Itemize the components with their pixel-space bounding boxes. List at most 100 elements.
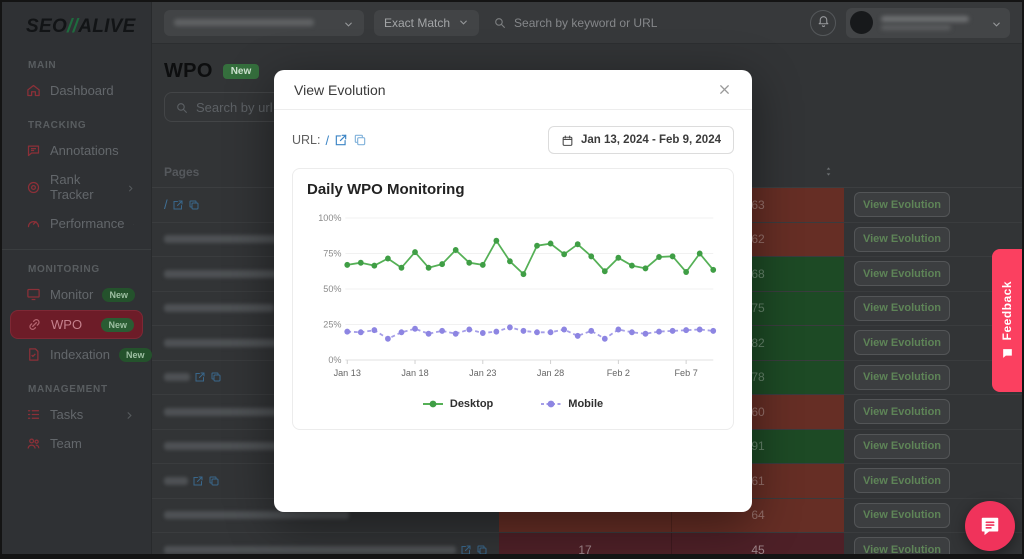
view-evolution-button[interactable]: View Evolution (854, 502, 950, 528)
copy-icon[interactable] (353, 133, 367, 147)
copy-icon[interactable] (188, 199, 200, 211)
app-window: SEO//ALIVE MAIN Dashboard TRACKING Annotati… (0, 0, 1024, 559)
sidebar-item-label: Dashboard (50, 83, 114, 98)
legend-label: Desktop (449, 398, 494, 410)
feedback-tab-button[interactable]: Feedback (992, 249, 1022, 392)
view-evolution-button[interactable]: View Evolution (854, 192, 950, 218)
rank-tracker-icon (26, 180, 41, 195)
notifications-button[interactable] (810, 9, 836, 36)
view-evolution-button[interactable]: View Evolution (854, 295, 950, 321)
dashboard-icon (26, 83, 41, 98)
sidebar-item-label: Annotations (50, 143, 119, 158)
external-link-icon[interactable] (194, 371, 206, 383)
action-cell: View Evolution (844, 430, 1022, 464)
sidebar-item-dashboard[interactable]: Dashboard (10, 77, 143, 104)
view-evolution-button[interactable]: View Evolution (854, 364, 950, 390)
svg-text:Feb 2: Feb 2 (607, 368, 630, 378)
sidebar-item-wpo[interactable]: WPO New (10, 310, 143, 339)
view-evolution-button[interactable]: View Evolution (854, 330, 950, 356)
sidebar-item-tasks[interactable]: Tasks (10, 401, 143, 428)
annotations-icon (26, 143, 41, 158)
masked-page-url (164, 269, 282, 278)
global-search[interactable]: Search by keyword or URL (493, 16, 800, 30)
sidebar-section: MANAGEMENT Tasks Team (2, 370, 151, 457)
view-evolution-button[interactable]: View Evolution (854, 226, 950, 252)
chat-widget-button[interactable] (965, 501, 1015, 551)
date-range-picker[interactable]: Jan 13, 2024 - Feb 9, 2024 (547, 126, 734, 154)
svg-text:50%: 50% (323, 284, 341, 294)
view-evolution-button[interactable]: View Evolution (854, 468, 950, 494)
sidebar-item-label: Team (50, 436, 82, 451)
action-cell: View Evolution (844, 464, 1022, 498)
sidebar-item-team[interactable]: Team (10, 430, 143, 457)
wpo-chart-card: Daily WPO Monitoring 0% 25% 50% 75% 100% Jan … (292, 168, 734, 430)
table-row: 17 45 View Evolution (152, 533, 1022, 554)
action-cell: View Evolution (844, 395, 1022, 429)
legend-marker (541, 400, 562, 408)
sidebar-section-label: TRACKING (28, 120, 87, 131)
legend-item-mobile[interactable]: Mobile (541, 398, 603, 410)
new-badge: New (101, 317, 134, 332)
legend-marker (422, 400, 443, 408)
svg-text:Jan 18: Jan 18 (401, 368, 428, 378)
svg-text:25%: 25% (323, 319, 341, 329)
chevron-right-icon (124, 409, 135, 420)
copy-icon[interactable] (476, 544, 488, 554)
url-value-link[interactable]: / (325, 133, 329, 148)
sidebar-item-monitor[interactable]: Monitor New (10, 281, 143, 308)
view-evolution-button[interactable]: View Evolution (854, 537, 950, 554)
view-evolution-button[interactable]: View Evolution (854, 399, 950, 425)
chevron-right-icon (126, 182, 135, 193)
sidebar-item-rank-tracker[interactable]: Rank Tracker (10, 166, 143, 208)
svg-text:Jan 28: Jan 28 (537, 368, 564, 378)
bell-icon (817, 14, 830, 32)
sidebar-item-label: WPO (51, 317, 83, 332)
sidebar-section: MAIN Dashboard (2, 46, 151, 104)
masked-page-url (164, 476, 188, 485)
sidebar-section-label: MAIN (28, 60, 57, 71)
masked-page-url (164, 511, 349, 520)
app-logo[interactable]: SEO//ALIVE (2, 2, 151, 46)
chart-title: Daily WPO Monitoring (307, 181, 465, 198)
copy-icon[interactable] (210, 371, 222, 383)
chart-legend: Desktop Mobile (307, 398, 719, 410)
team-icon (26, 436, 41, 451)
new-badge: New (102, 287, 135, 302)
url-search-placeholder: Search by url (196, 99, 273, 115)
wpo-line-chart[interactable]: 0% 25% 50% 75% 100% Jan 13 Jan 18 Jan 23 Jan 28 F… (307, 202, 719, 398)
svg-text:100%: 100% (318, 213, 341, 223)
copy-icon[interactable] (208, 475, 220, 487)
new-badge: New (222, 64, 260, 79)
url-label: URL: (292, 133, 321, 147)
project-selector-dropdown[interactable] (164, 9, 364, 36)
legend-label: Mobile (568, 398, 604, 410)
external-link-icon[interactable] (334, 133, 348, 147)
view-evolution-button[interactable]: View Evolution (854, 433, 950, 459)
sidebar-item-performance[interactable]: Performance (10, 210, 143, 237)
chat-bubble-icon (979, 515, 1001, 537)
chevron-down-icon (458, 17, 469, 28)
sidebar-item-label: Performance (50, 216, 125, 231)
external-link-icon[interactable] (172, 199, 184, 211)
sidebar-item-annotations[interactable]: Annotations (10, 137, 143, 164)
external-link-icon[interactable] (192, 475, 204, 487)
match-type-label: Exact Match (384, 15, 451, 30)
masked-page-url (164, 373, 190, 382)
legend-item-desktop[interactable]: Desktop (422, 398, 494, 410)
sort-icon[interactable] (823, 166, 834, 177)
feedback-label: Feedback (1000, 280, 1014, 341)
date-range-label: Jan 13, 2024 - Feb 9, 2024 (580, 134, 721, 146)
chevron-down-icon (991, 17, 1002, 28)
external-link-icon[interactable] (460, 544, 472, 554)
performance-icon (26, 216, 41, 231)
sidebar: SEO//ALIVE MAIN Dashboard TRACKING Annotati… (2, 2, 152, 554)
avatar (850, 11, 873, 34)
user-menu[interactable] (846, 7, 1010, 38)
modal-title: View Evolution (294, 81, 386, 98)
mobile-score-cell: 17 (499, 533, 671, 554)
close-icon[interactable] (717, 82, 732, 97)
sidebar-item-indexation[interactable]: Indexation New (10, 341, 152, 368)
match-type-dropdown[interactable]: Exact Match (374, 9, 480, 36)
view-evolution-button[interactable]: View Evolution (854, 261, 950, 287)
page-link[interactable] (152, 533, 499, 554)
